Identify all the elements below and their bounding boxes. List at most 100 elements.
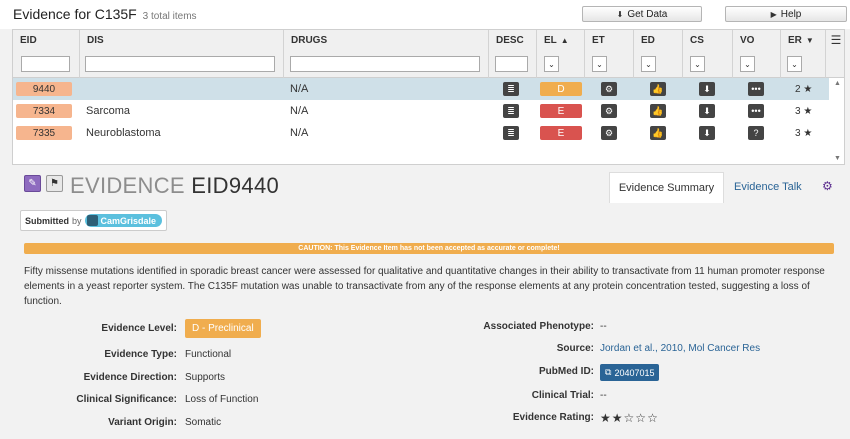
star-empty-icon: ☆	[635, 411, 648, 425]
evidence-rating-stars: ★★☆☆☆	[600, 411, 659, 425]
title-text: Evidence for C135F	[13, 6, 137, 22]
pencil-icon[interactable]: ✎	[24, 175, 41, 192]
flag-icon[interactable]: ⚑	[46, 175, 63, 192]
col-label: VO	[740, 35, 755, 46]
item-count: 3 total items	[142, 11, 197, 22]
chevron-down-icon: ⌄	[791, 59, 798, 69]
col-el[interactable]: EL ▲ ⌄	[537, 30, 585, 78]
gear-icon: ⚙	[601, 104, 617, 118]
drugs-filter-input[interactable]	[290, 56, 480, 72]
eid-filter-input[interactable]	[21, 56, 70, 72]
evidence-direction-value: Supports	[185, 372, 226, 383]
thumbs-up-icon: 👍	[650, 104, 666, 118]
star-filled-icon: ★	[611, 411, 624, 425]
star-icon: ★	[800, 83, 813, 95]
col-ed[interactable]: ED ⌄	[634, 30, 683, 78]
col-er[interactable]: ER ▼ ⌄	[781, 30, 826, 78]
evidence-grid: EID DIS DRUGS DESC EL ▲ ⌄ ET ⌄ ED ⌄ CS ⌄…	[12, 29, 845, 165]
dis-cell: Sarcoma	[86, 105, 131, 117]
vo-filter-select[interactable]: ⌄	[740, 56, 755, 72]
evidence-detail-panel: ✎ ⚑ EVIDENCE EID9440 Evidence Summary Ev…	[12, 167, 845, 439]
dis-filter-input[interactable]	[85, 56, 275, 72]
user-chip[interactable]: CamGrisdale	[84, 214, 163, 227]
col-drugs[interactable]: DRUGS	[284, 30, 489, 78]
avatar	[86, 215, 98, 226]
desc-icon: ≣	[503, 82, 519, 96]
clinical-significance-label: Clinical Significance:	[76, 394, 177, 405]
caution-banner: CAUTION: This Evidence Item has not been…	[24, 243, 834, 254]
drugs-cell: N/A	[290, 83, 309, 95]
thumbs-up-icon: 👍	[650, 126, 666, 140]
variant-origin-label: Variant Origin:	[108, 417, 177, 428]
submitted-by: Submitted by CamGrisdale	[20, 210, 168, 231]
evidence-level-badge: E	[540, 104, 582, 118]
thumbs-up-icon: 👍	[650, 82, 666, 96]
tab-evidence-talk[interactable]: Evidence Talk	[734, 181, 802, 193]
menu-icon[interactable]: ☰	[828, 32, 844, 48]
col-vo[interactable]: VO ⌄	[733, 30, 781, 78]
star-icon: ★	[800, 127, 813, 139]
col-label: DRUGS	[291, 35, 328, 46]
table-row[interactable]: 7335 Neuroblastoma N/A ≣ E ⚙ 👍 ⬇ ? 3 ★	[13, 122, 829, 144]
eid-badge: 7334	[16, 104, 72, 118]
col-desc[interactable]: DESC	[489, 30, 537, 78]
help-button[interactable]: ▶ Help	[725, 6, 847, 22]
external-link-icon: ⧉	[605, 367, 612, 377]
drugs-cell: N/A	[290, 105, 309, 117]
desc-icon: ≣	[503, 126, 519, 140]
grid-scrollbar[interactable]: ▲ ▼	[832, 78, 844, 164]
er-filter-select[interactable]: ⌄	[787, 56, 802, 72]
gear-icon[interactable]: ⚙	[822, 179, 833, 193]
source-link[interactable]: Jordan et al., 2010, Mol Cancer Res	[600, 343, 760, 354]
question-icon: ?	[748, 126, 764, 140]
username: CamGrisdale	[100, 215, 157, 226]
chevron-down-icon: ⌄	[596, 59, 603, 69]
pubmed-link[interactable]: ⧉ 20407015	[600, 364, 660, 381]
heading-word: EVIDENCE	[70, 173, 185, 198]
clinical-significance-value: Loss of Function	[185, 394, 259, 405]
col-label: DIS	[87, 35, 104, 46]
chevron-down-icon: ⌄	[694, 59, 701, 69]
cs-filter-select[interactable]: ⌄	[690, 56, 705, 72]
col-et[interactable]: ET ⌄	[585, 30, 634, 78]
gear-icon: ⚙	[601, 82, 617, 96]
chevron-down-icon: ⌄	[744, 59, 751, 69]
star-filled-icon: ★	[600, 411, 612, 425]
ellipsis-icon: •••	[748, 82, 764, 96]
tab-evidence-summary[interactable]: Evidence Summary	[609, 172, 724, 203]
evidence-rating-label: Evidence Rating:	[512, 412, 594, 423]
submitted-label: Submitted	[25, 215, 69, 226]
table-row[interactable]: 9440 N/A ≣ D ⚙ 👍 ⬇ ••• 2 ★	[13, 78, 829, 100]
evidence-level-badge: D	[540, 82, 582, 96]
et-filter-select[interactable]: ⌄	[592, 56, 607, 72]
col-label: DESC	[496, 35, 524, 46]
star-icon: ★	[800, 105, 813, 117]
col-dis[interactable]: DIS	[80, 30, 284, 78]
col-eid[interactable]: EID	[13, 30, 80, 78]
col-label: CS	[690, 35, 704, 46]
circle-down-icon: ⬇	[699, 82, 715, 96]
download-icon: ⬇	[616, 9, 624, 19]
play-icon: ▶	[770, 9, 777, 19]
pubmed-id-label: PubMed ID:	[539, 366, 594, 377]
scroll-down-icon[interactable]: ▼	[834, 155, 841, 162]
evidence-type-label: Evidence Type:	[104, 349, 177, 360]
clinical-trial-label: Clinical Trial:	[531, 390, 594, 401]
eid-badge: 7335	[16, 126, 72, 140]
scroll-up-icon[interactable]: ▲	[834, 80, 841, 87]
chevron-down-icon: ⌄	[645, 59, 652, 69]
pubmed-id-value: 20407015	[614, 367, 655, 378]
el-filter-select[interactable]: ⌄	[544, 56, 559, 72]
col-cs[interactable]: CS ⌄	[683, 30, 733, 78]
evidence-type-value: Functional	[185, 349, 232, 360]
ed-filter-select[interactable]: ⌄	[641, 56, 656, 72]
col-label: ER ▼	[788, 35, 814, 46]
evidence-level-value: D - Preclinical	[185, 319, 261, 338]
evidence-direction-label: Evidence Direction:	[83, 372, 177, 383]
get-data-button[interactable]: ⬇ Get Data	[582, 6, 702, 22]
page-title: Evidence for C135F 3 total items	[13, 6, 197, 22]
help-label: Help	[780, 8, 802, 20]
desc-filter-input[interactable]	[495, 56, 528, 72]
col-label: ET	[592, 35, 605, 46]
table-row[interactable]: 7334 Sarcoma N/A ≣ E ⚙ 👍 ⬇ ••• 3 ★	[13, 100, 829, 122]
